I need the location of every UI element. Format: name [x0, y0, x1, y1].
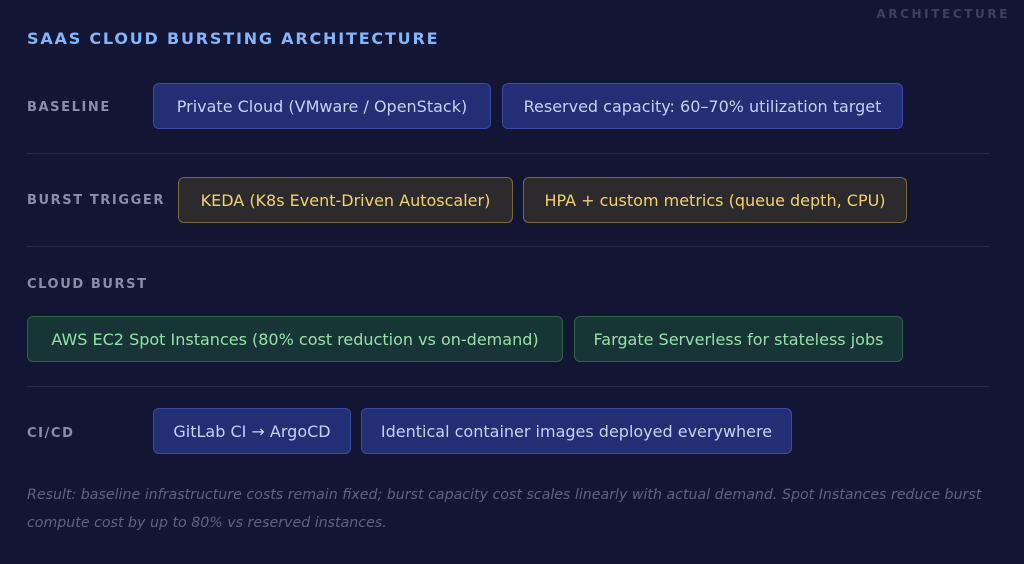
divider [27, 386, 989, 387]
diagram-title: SAAS CLOUD BURSTING ARCHITECTURE [27, 29, 440, 48]
chip-private-cloud: Private Cloud (VMware / OpenStack) [153, 83, 491, 129]
chip-identical-images: Identical container images deployed ever… [361, 408, 792, 454]
result-note: Result: baseline infrastructure costs re… [27, 487, 982, 531]
divider [27, 153, 989, 154]
chip-reserved-capacity: Reserved capacity: 60–70% utilization ta… [502, 83, 903, 129]
chip-keda: KEDA (K8s Event-Driven Autoscaler) [178, 177, 513, 223]
row-label-baseline: BASELINE [27, 100, 111, 115]
divider [27, 246, 989, 247]
chip-hpa-custom-metrics: HPA + custom metrics (queue depth, CPU) [523, 177, 907, 223]
architecture-corner-label: ARCHITECTURE [876, 7, 1010, 21]
chip-gitlab-argocd: GitLab CI → ArgoCD [153, 408, 351, 454]
chip-fargate-serverless: Fargate Serverless for stateless jobs [574, 316, 903, 362]
chip-aws-ec2-spot: AWS EC2 Spot Instances (80% cost reducti… [27, 316, 563, 362]
row-label-burst-trigger: BURST TRIGGER [27, 193, 165, 208]
row-label-ci-cd: CI/CD [27, 426, 75, 441]
row-label-cloud-burst: CLOUD BURST [27, 277, 148, 292]
